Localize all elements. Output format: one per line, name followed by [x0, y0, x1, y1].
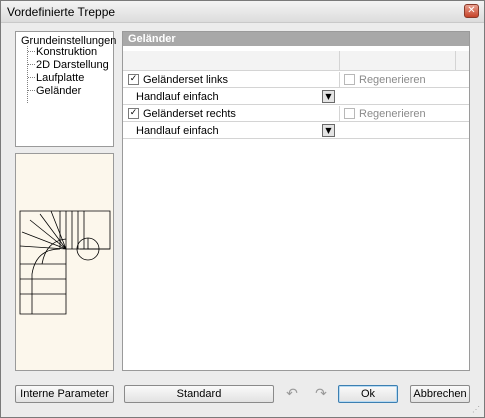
settings-tree: Grundeinstellungen Konstruktion 2D Darst… — [15, 31, 116, 147]
redo-icon[interactable]: ↷ — [312, 385, 330, 403]
check-icon: ✓ — [129, 74, 138, 84]
internal-parameters-button[interactable]: Interne Parameter — [15, 385, 114, 403]
column-divider — [339, 51, 340, 71]
tree-connector — [28, 77, 35, 78]
select-handlauf-rechts-value[interactable]: Handlauf einfach — [136, 125, 219, 137]
row-gelaenderset-links: ✓ Geländerset links Regenerieren — [123, 72, 469, 88]
close-button[interactable]: ✕ — [464, 4, 479, 18]
tree-item-2d-darstellung[interactable]: 2D Darstellung — [36, 59, 109, 71]
checkbox-regenerieren-rechts[interactable] — [344, 108, 355, 119]
tree-connector — [28, 51, 35, 52]
tree-connector — [28, 90, 35, 91]
close-icon: ✕ — [467, 5, 476, 16]
label-gelaenderset-rechts: Geländerset rechts — [143, 108, 236, 120]
undo-icon[interactable]: ↶ — [283, 385, 301, 403]
checkbox-regenerieren-links[interactable] — [344, 74, 355, 85]
grid-header — [123, 51, 469, 71]
tree-item-gelaender[interactable]: Geländer — [36, 85, 81, 97]
tree-connector — [28, 64, 35, 65]
column-divider — [339, 106, 340, 122]
tree-item-konstruktion[interactable]: Konstruktion — [36, 46, 97, 58]
dropdown-handlauf-links[interactable]: ▼ — [322, 90, 335, 103]
panel-header: Geländer — [123, 32, 469, 46]
label-regenerieren-rechts: Regenerieren — [359, 108, 426, 120]
ok-button[interactable]: Ok — [338, 385, 398, 403]
tree-item-laufplatte[interactable]: Laufplatte — [36, 72, 84, 84]
column-divider — [339, 72, 340, 88]
standard-button[interactable]: Standard — [124, 385, 274, 403]
gelaender-panel: Geländer ✓ Geländerset links Regeneriere… — [122, 31, 470, 371]
row-handlauf-links: Handlauf einfach ▼ — [123, 89, 469, 105]
window-title: Vordefinierte Treppe — [7, 5, 116, 19]
check-icon: ✓ — [129, 108, 138, 118]
chevron-down-icon: ▼ — [325, 92, 332, 101]
row-gelaenderset-rechts: ✓ Geländerset rechts Regenerieren — [123, 106, 469, 122]
resize-grip[interactable]: ⋰ — [472, 405, 482, 415]
dialog-window: Vordefinierte Treppe ✕ Grundeinstellunge… — [0, 0, 485, 418]
tree-connector — [27, 46, 28, 103]
checkbox-gelaenderset-links[interactable]: ✓ — [128, 74, 139, 85]
cancel-button[interactable]: Abbrechen — [410, 385, 470, 403]
column-divider — [455, 51, 456, 71]
label-gelaenderset-links: Geländerset links — [143, 74, 228, 86]
select-handlauf-links-value[interactable]: Handlauf einfach — [136, 91, 219, 103]
stair-drawing — [19, 210, 111, 315]
chevron-down-icon: ▼ — [325, 126, 332, 135]
dropdown-handlauf-rechts[interactable]: ▼ — [322, 124, 335, 137]
checkbox-gelaenderset-rechts[interactable]: ✓ — [128, 108, 139, 119]
row-handlauf-rechts: Handlauf einfach ▼ — [123, 123, 469, 139]
title-bar[interactable]: Vordefinierte Treppe ✕ — [1, 1, 484, 23]
label-regenerieren-links: Regenerieren — [359, 74, 426, 86]
stair-preview — [15, 153, 114, 371]
